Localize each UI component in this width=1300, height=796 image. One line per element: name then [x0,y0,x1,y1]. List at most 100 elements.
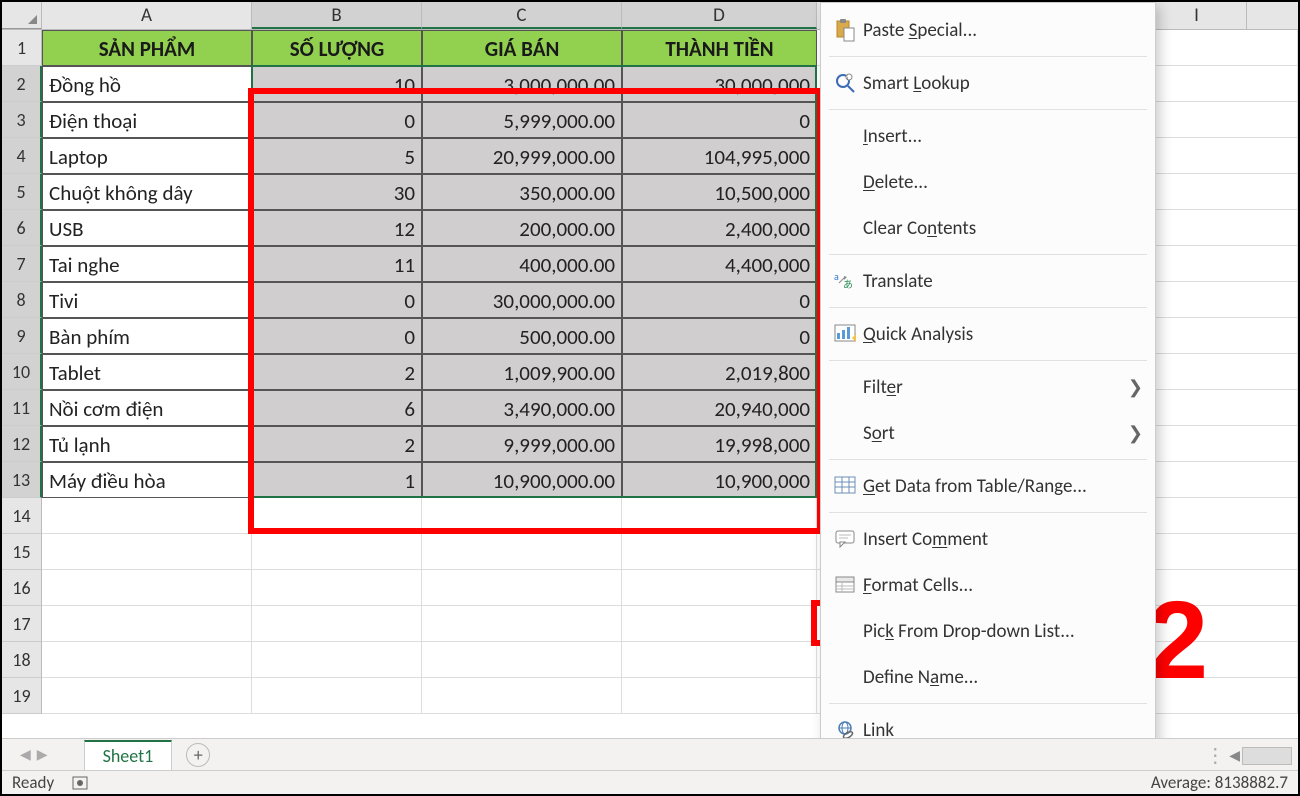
cell-qty[interactable]: 2 [252,426,422,462]
cell-total[interactable]: 0 [622,102,817,138]
menu-insert-comment[interactable]: Insert Comment [821,516,1155,562]
blank-cell[interactable] [252,570,422,606]
cell-product[interactable]: Bàn phím [42,318,252,354]
blank-cell[interactable] [252,606,422,642]
cell-qty[interactable]: 2 [252,354,422,390]
col-header-A[interactable]: A [42,2,252,29]
cell-total[interactable]: 4,400,000 [622,246,817,282]
cell-price[interactable]: 200,000.00 [422,210,622,246]
blank-cell[interactable] [422,570,622,606]
row-header-13[interactable]: 13 [2,462,42,498]
cell-price[interactable]: 5,999,000.00 [422,102,622,138]
menu-clear-contents[interactable]: Clear Contents [821,205,1155,251]
cell-price[interactable]: 1,009,900.00 [422,354,622,390]
cell-qty[interactable]: 0 [252,282,422,318]
row-header-9[interactable]: 9 [2,318,42,354]
menu-pick-list[interactable]: Pick From Drop-down List... [821,608,1155,654]
blank-cell[interactable] [622,678,817,714]
th-price[interactable]: GIÁ BÁN [422,30,622,66]
blank-cell[interactable] [422,642,622,678]
blank-cell[interactable] [422,498,622,534]
cell-qty[interactable]: 11 [252,246,422,282]
blank-cell[interactable] [622,534,817,570]
cell-qty[interactable]: 0 [252,102,422,138]
cell-total[interactable]: 2,400,000 [622,210,817,246]
col-header-C[interactable]: C [422,2,622,29]
menu-define-name[interactable]: Define Name... [821,654,1155,700]
blank-cell[interactable] [622,606,817,642]
menu-smart-lookup[interactable]: i Smart Lookup [821,60,1155,106]
cell-product[interactable]: USB [42,210,252,246]
blank-cell[interactable] [42,534,252,570]
row-header-3[interactable]: 3 [2,102,42,138]
menu-quick-analysis[interactable]: Quick Analysis [821,311,1155,357]
th-qty[interactable]: SỐ LƯỢNG [252,30,422,66]
sheet-tab-1[interactable]: Sheet1 [84,740,173,770]
cell-total[interactable]: 2,019,800 [622,354,817,390]
cell-qty[interactable]: 10 [252,66,422,102]
cell-qty[interactable]: 6 [252,390,422,426]
row-header-19[interactable]: 19 [2,678,42,714]
blank-cell[interactable] [622,642,817,678]
cell-price[interactable]: 3,000,000.00 [422,66,622,102]
blank-cell[interactable] [622,498,817,534]
row-header-12[interactable]: 12 [2,426,42,462]
cell-qty[interactable]: 0 [252,318,422,354]
blank-cell[interactable] [42,606,252,642]
menu-format-cells[interactable]: Format Cells... [821,562,1155,608]
blank-cell[interactable] [42,642,252,678]
menu-filter[interactable]: Filter ❯ [821,364,1155,410]
scroll-left-icon[interactable]: ◀ [1229,747,1240,764]
cell-product[interactable]: Máy điều hòa [42,462,252,498]
blank-cell[interactable] [622,570,817,606]
menu-paste-special[interactable]: Paste Special... [821,7,1155,53]
cell-price[interactable]: 500,000.00 [422,318,622,354]
menu-translate[interactable]: aあ Translate [821,258,1155,304]
row-header-8[interactable]: 8 [2,282,42,318]
blank-cell[interactable] [252,534,422,570]
record-macro-icon[interactable] [72,775,92,791]
cell-qty[interactable]: 30 [252,174,422,210]
cell-product[interactable]: Tablet [42,354,252,390]
cell-product[interactable]: Chuột không dây [42,174,252,210]
row-header-14[interactable]: 14 [2,498,42,534]
blank-cell[interactable] [252,642,422,678]
row-header-6[interactable]: 6 [2,210,42,246]
cell-product[interactable]: Điện thoại [42,102,252,138]
cell-product[interactable]: Tivi [42,282,252,318]
cell-qty[interactable]: 5 [252,138,422,174]
blank-cell[interactable] [42,570,252,606]
th-total[interactable]: THÀNH TIỀN [622,30,817,66]
blank-cell[interactable] [42,498,252,534]
add-sheet-button[interactable]: + [186,743,210,767]
cell-price[interactable]: 350,000.00 [422,174,622,210]
cell-product[interactable]: Tủ lạnh [42,426,252,462]
cell-price[interactable]: 10,900,000.00 [422,462,622,498]
chevron-left-icon[interactable]: ◀ [20,746,31,763]
cell-total[interactable]: 10,500,000 [622,174,817,210]
row-header-18[interactable]: 18 [2,642,42,678]
horizontal-scroll[interactable]: ⋮ ◀ [1205,743,1292,768]
cell-price[interactable]: 400,000.00 [422,246,622,282]
row-header-2[interactable]: 2 [2,66,42,102]
row-header-15[interactable]: 15 [2,534,42,570]
row-header-16[interactable]: 16 [2,570,42,606]
row-header-17[interactable]: 17 [2,606,42,642]
row-header-5[interactable]: 5 [2,174,42,210]
th-product[interactable]: SẢN PHẨM [42,30,252,66]
row-header-11[interactable]: 11 [2,390,42,426]
cell-price[interactable]: 3,490,000.00 [422,390,622,426]
blank-cell[interactable] [252,678,422,714]
menu-delete[interactable]: Delete... [821,159,1155,205]
blank-cell[interactable] [422,534,622,570]
cell-price[interactable]: 9,999,000.00 [422,426,622,462]
row-header-1[interactable]: 1 [2,30,42,66]
cell-total[interactable]: 0 [622,318,817,354]
menu-sort[interactable]: Sort ❯ [821,410,1155,456]
blank-cell[interactable] [422,606,622,642]
cell-price[interactable]: 20,999,000.00 [422,138,622,174]
cell-total[interactable]: 20,940,000 [622,390,817,426]
blank-cell[interactable] [42,678,252,714]
menu-get-data[interactable]: Get Data from Table/Range... [821,463,1155,509]
row-header-7[interactable]: 7 [2,246,42,282]
